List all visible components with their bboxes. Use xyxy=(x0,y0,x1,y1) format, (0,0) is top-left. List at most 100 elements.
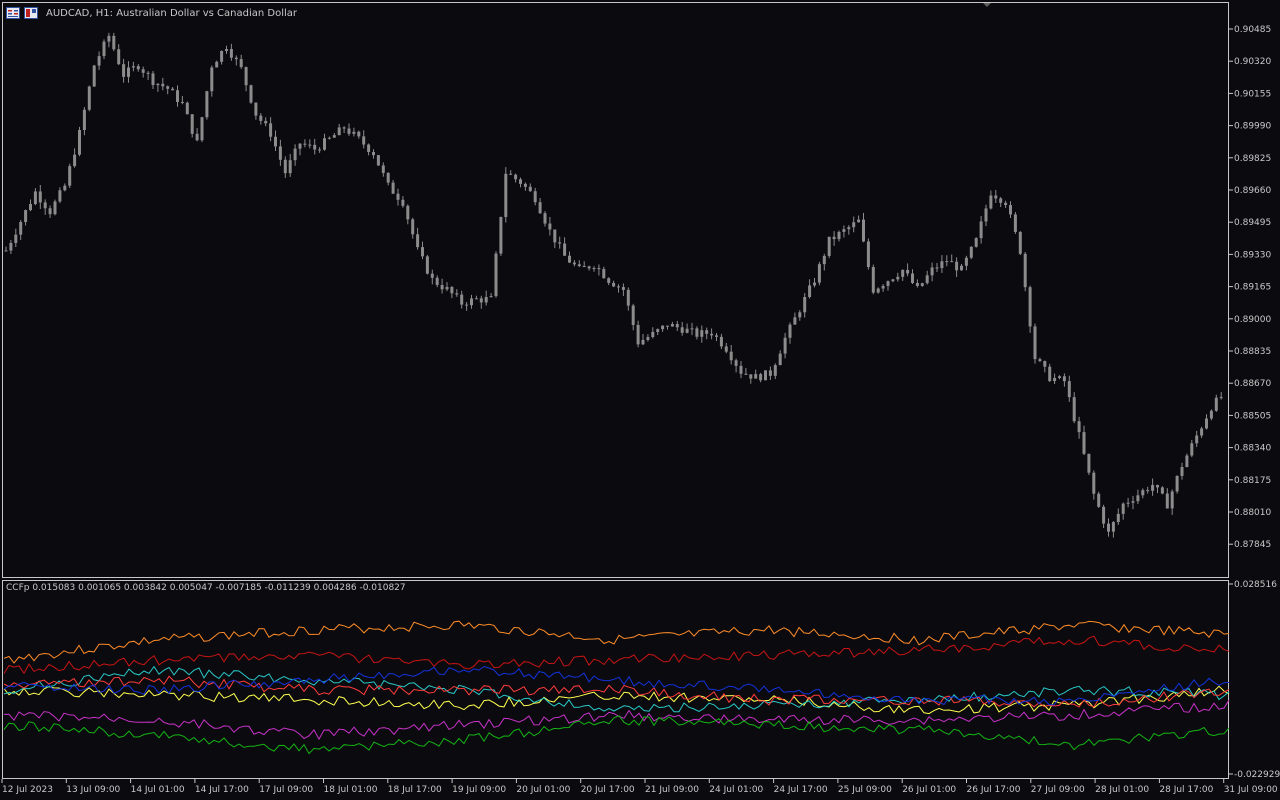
candle-body xyxy=(391,182,395,194)
candle-body xyxy=(308,144,312,146)
candle-body xyxy=(631,305,635,325)
price-label: 0.89660 xyxy=(1234,186,1271,196)
candle-body xyxy=(313,144,317,150)
symbol-description: Australian Dollar vs Canadian Dollar xyxy=(116,7,298,19)
price-label: 0.90155 xyxy=(1234,89,1271,99)
candle-body xyxy=(577,264,581,267)
candle-body xyxy=(1146,490,1150,492)
candle-body xyxy=(1092,472,1096,494)
candle-body xyxy=(117,49,121,65)
candle-body xyxy=(656,329,660,332)
candle-body xyxy=(930,267,934,276)
candle-body xyxy=(572,262,576,265)
window-toggle-icon[interactable] xyxy=(24,7,38,19)
candle-body xyxy=(254,102,258,116)
chart-menu-icon[interactable] xyxy=(6,7,20,19)
candle-body xyxy=(862,219,865,242)
candle-body xyxy=(362,136,366,145)
candle-body xyxy=(514,174,518,180)
time-label: 25 Jul 09:00 xyxy=(838,785,892,795)
candle-body xyxy=(1180,467,1184,476)
candle-body xyxy=(229,49,233,58)
candle-body xyxy=(1082,432,1086,454)
candle-body xyxy=(715,335,718,337)
candle-body xyxy=(1165,493,1169,509)
candle-body xyxy=(97,56,101,66)
candle-body xyxy=(19,222,23,235)
chart-canvas[interactable]: 0.90485 0.90320 0.90155 0.89990 0.89825 0.896… xyxy=(0,0,1280,800)
candle-body xyxy=(1004,202,1008,206)
candle-body xyxy=(950,261,954,263)
candle-body xyxy=(1170,491,1174,509)
candle-body xyxy=(303,143,307,145)
candle-body xyxy=(685,328,689,333)
candle-body xyxy=(484,297,488,303)
time-label: 27 Jul 09:00 xyxy=(1031,785,1085,795)
candle-body xyxy=(401,199,405,206)
candle-body xyxy=(670,323,674,327)
candle-body xyxy=(112,35,116,50)
candle-body xyxy=(293,148,297,161)
candle-body xyxy=(63,185,67,191)
candle-body xyxy=(866,241,870,268)
candle-body xyxy=(509,173,513,175)
candle-body xyxy=(1043,361,1047,367)
candle-body xyxy=(817,264,821,283)
candle-body xyxy=(376,155,380,166)
candle-body xyxy=(729,351,733,361)
price-label: 0.89165 xyxy=(1234,283,1271,293)
candle-body xyxy=(636,324,640,345)
candle-body xyxy=(460,294,464,305)
candle-body xyxy=(38,191,42,203)
time-label: 31 Jul 09:00 xyxy=(1224,785,1278,795)
candle-body xyxy=(474,298,478,300)
candle-body xyxy=(352,131,356,134)
price-label: 0.88340 xyxy=(1234,444,1271,454)
time-label: 20 Jul 01:00 xyxy=(516,785,570,795)
time-label: 21 Jul 09:00 xyxy=(645,785,699,795)
time-label: 24 Jul 01:00 xyxy=(709,785,763,795)
price-label: 0.90320 xyxy=(1234,57,1271,67)
candle-body xyxy=(283,159,287,174)
candle-body xyxy=(700,330,704,337)
candle-body xyxy=(651,331,655,338)
candle-body xyxy=(1195,435,1199,444)
candle-body xyxy=(984,208,988,222)
candle-body xyxy=(891,279,895,282)
chart-header: AUDCAD, H1: Australian Dollar vs Canadia… xyxy=(6,5,297,21)
candle-body xyxy=(920,283,924,286)
candle-body xyxy=(455,293,459,295)
candle-body xyxy=(323,138,326,150)
candle-body xyxy=(852,222,856,228)
candle-body xyxy=(43,202,47,209)
candle-body xyxy=(528,186,532,192)
candle-body xyxy=(695,328,699,337)
candle-body xyxy=(249,85,253,103)
candle-body xyxy=(974,238,978,247)
candle-body xyxy=(788,324,792,338)
time-label: 26 Jul 01:00 xyxy=(902,785,956,795)
candle-body xyxy=(210,67,214,92)
candle-body xyxy=(274,136,277,147)
candle-body xyxy=(489,296,493,298)
candle-body xyxy=(896,276,900,280)
candle-body xyxy=(1058,376,1061,378)
candle-body xyxy=(906,269,910,274)
candle-body xyxy=(1107,523,1110,532)
candle-body xyxy=(1190,443,1194,456)
candle-body xyxy=(768,370,772,376)
candle-body xyxy=(9,242,13,251)
candle-body xyxy=(225,49,228,52)
time-label: 28 Jul 01:00 xyxy=(1095,785,1149,795)
candle-body xyxy=(68,166,72,186)
candle-body xyxy=(744,373,748,375)
candle-body xyxy=(127,67,130,77)
candle-body xyxy=(146,72,150,74)
candle-body xyxy=(960,265,963,271)
candle-body xyxy=(107,35,111,42)
candle-body xyxy=(337,127,341,136)
candle-body xyxy=(259,115,263,121)
candle-body xyxy=(1126,502,1130,504)
indicator-axis-bottom: -0.022929 xyxy=(1234,770,1280,780)
candle-body xyxy=(29,204,32,211)
